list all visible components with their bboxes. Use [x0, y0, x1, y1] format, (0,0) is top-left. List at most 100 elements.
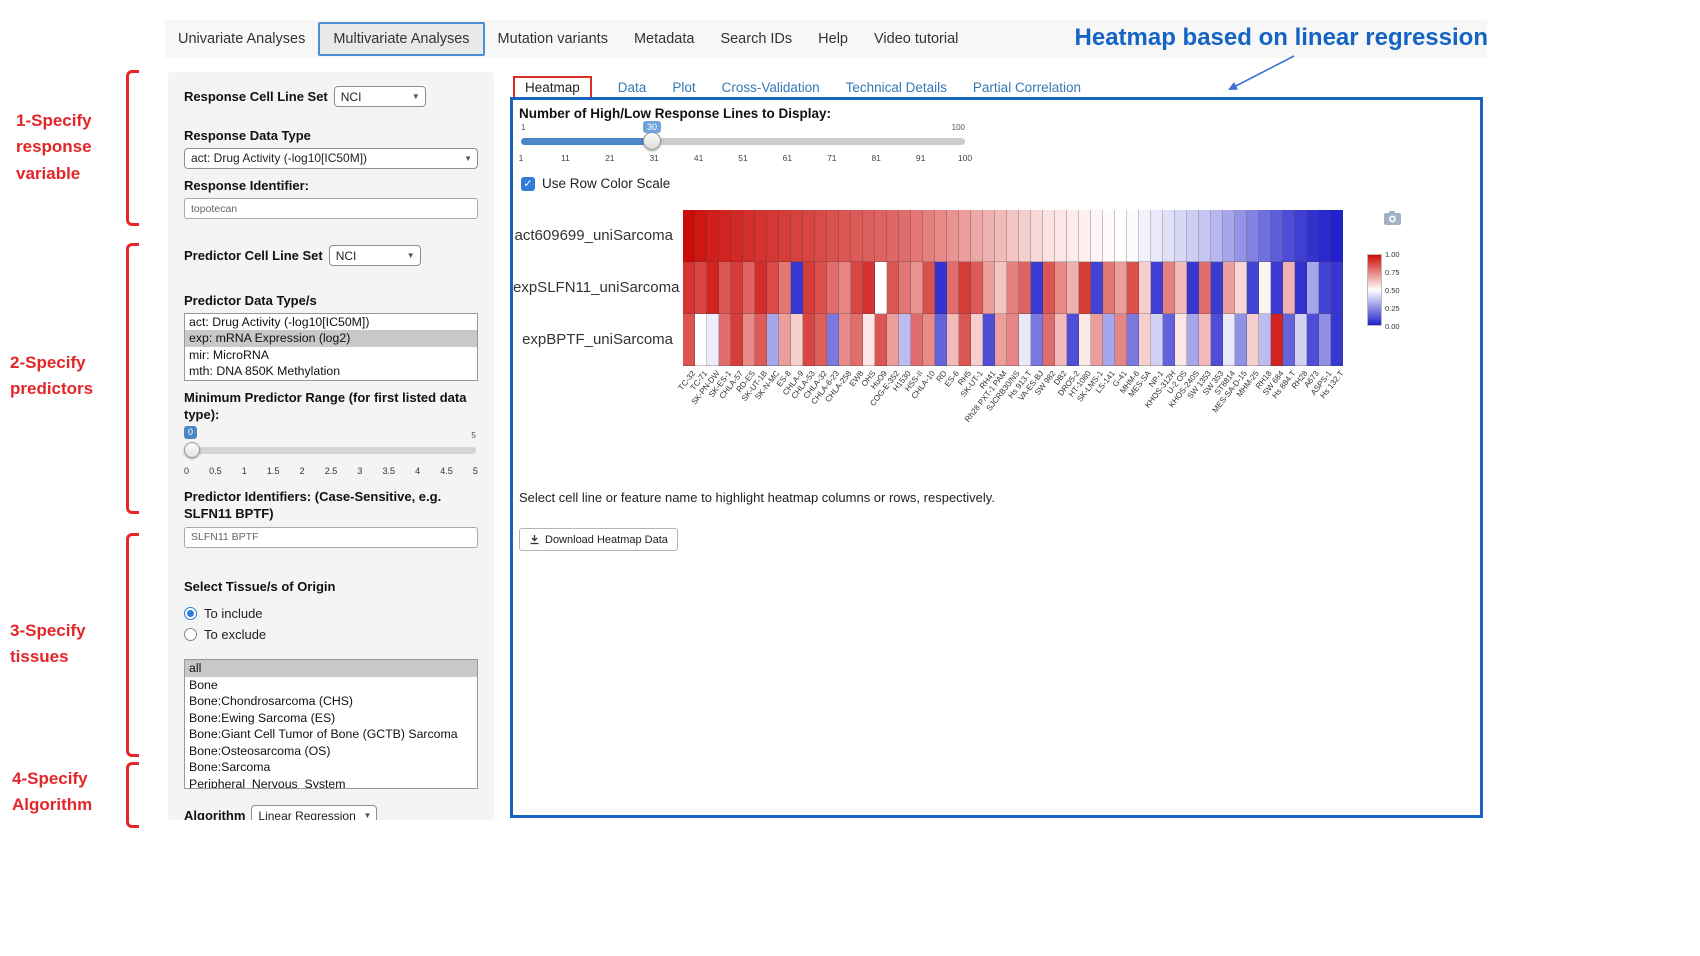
- heatmap-row-labels: act609699_uniSarcomaexpSLFN11_uniSarcoma…: [513, 210, 681, 366]
- response-data-type-label: Response Data Type: [184, 127, 478, 145]
- heatmap-cell: [1283, 262, 1295, 314]
- heatmap-cell: [1319, 314, 1331, 366]
- nav-item-video-tutorial[interactable]: Video tutorial: [861, 22, 971, 56]
- range-slider-max-label: 5: [471, 430, 476, 440]
- nav-item-mutation-variants[interactable]: Mutation variants: [485, 22, 621, 56]
- tab-plot[interactable]: Plot: [672, 80, 695, 95]
- heatmap-cell: [791, 262, 803, 314]
- heatmap-cell: [1247, 262, 1259, 314]
- heatmap-cell: [803, 262, 815, 314]
- list-option-bone-chondrosarcoma-chs-[interactable]: Bone:Chondrosarcoma (CHS): [185, 693, 477, 710]
- tissue-include-label: To include: [204, 606, 263, 621]
- tab-partial-correlation[interactable]: Partial Correlation: [973, 80, 1081, 95]
- heatmap-cell: [1211, 314, 1223, 366]
- legend-tick-label: 0.50: [1385, 286, 1400, 295]
- list-option-bone-sarcoma[interactable]: Bone:Sarcoma: [185, 759, 477, 776]
- nav-item-search-ids[interactable]: Search IDs: [707, 22, 805, 56]
- heatmap-cell: [683, 262, 695, 314]
- heatmap-cell: [767, 314, 779, 366]
- response-lines-slider-handle[interactable]: [643, 132, 661, 150]
- tab-heatmap[interactable]: Heatmap: [513, 76, 592, 99]
- heatmap-cell: [1067, 314, 1079, 366]
- heatmap-cell: [983, 314, 995, 366]
- predictor-identifiers-input[interactable]: [184, 527, 478, 548]
- heatmap-cell: [959, 210, 971, 262]
- nav-item-help[interactable]: Help: [805, 22, 861, 56]
- nav-item-univariate-analyses[interactable]: Univariate Analyses: [165, 22, 318, 56]
- heatmap-cell: [851, 314, 863, 366]
- heatmap-cell: [1211, 262, 1223, 314]
- heatmap-cell: [959, 314, 971, 366]
- heatmap-row-label-expbptf-unisarcoma[interactable]: expBPTF_uniSarcoma: [513, 314, 681, 366]
- heatmap-cell: [1115, 210, 1127, 262]
- heatmap-cell: [1187, 314, 1199, 366]
- heatmap-cell: [1091, 314, 1103, 366]
- heatmap-cell: [1091, 262, 1103, 314]
- heatmap-cell: [755, 262, 767, 314]
- camera-icon[interactable]: [1383, 210, 1402, 226]
- predictor-data-type-list[interactable]: act: Drug Activity (-log10[IC50M])exp: m…: [184, 313, 478, 381]
- heatmap-cell: [1151, 210, 1163, 262]
- list-option-mir-microrna[interactable]: mir: MicroRNA: [185, 347, 477, 364]
- download-heatmap-data-button[interactable]: Download Heatmap Data: [519, 528, 678, 551]
- tissue-exclude-radio[interactable]: To exclude: [184, 624, 478, 645]
- heatmap-cell: [1199, 314, 1211, 366]
- response-lines-slider-track[interactable]: [521, 138, 965, 145]
- tissue-list[interactable]: allBoneBone:Chondrosarcoma (CHS)Bone:Ewi…: [184, 659, 478, 789]
- heatmap-cell: [1259, 314, 1271, 366]
- heatmap-cell: [1031, 262, 1043, 314]
- predictor-cell-line-set-select[interactable]: NCI ▼: [329, 245, 421, 266]
- heatmap-row-label-expslfn11-unisarcoma[interactable]: expSLFN11_uniSarcoma: [513, 262, 681, 314]
- heatmap-cell: [1127, 262, 1139, 314]
- list-option-all[interactable]: all: [185, 660, 477, 677]
- range-slider-track[interactable]: [186, 447, 476, 454]
- heatmap-annotation-title: Heatmap based on linear regression: [1048, 24, 1488, 52]
- list-option-act-drug-activity-log10-ic50m-[interactable]: act: Drug Activity (-log10[IC50M]): [185, 314, 477, 331]
- slider-tick-label: 61: [783, 153, 792, 163]
- list-option-peripheral-nervous-system[interactable]: Peripheral_Nervous_System: [185, 776, 477, 790]
- heatmap-cell: [827, 314, 839, 366]
- list-option-bone-giant-cell-tumor-of-bone-gctb-sarcoma[interactable]: Bone:Giant Cell Tumor of Bone (GCTB) Sar…: [185, 726, 477, 743]
- algorithm-label: Algorithm: [184, 807, 245, 820]
- heatmap-cell: [707, 314, 719, 366]
- heatmap-cell: [1199, 262, 1211, 314]
- row-color-scale-checkbox[interactable]: ✓ Use Row Color Scale: [521, 176, 670, 191]
- slider-tick-label: 21: [605, 153, 614, 163]
- range-tick-label: 0: [184, 466, 189, 476]
- heatmap-cell: [791, 314, 803, 366]
- response-identifier-input[interactable]: [184, 198, 478, 219]
- response-data-type-select[interactable]: act: Drug Activity (-log10[IC50M]) ▼: [184, 148, 478, 169]
- heatmap-cell: [719, 314, 731, 366]
- heatmap-cell: [1091, 210, 1103, 262]
- range-slider-handle[interactable]: [184, 442, 200, 458]
- main-tabs: Heatmap Data Plot Cross-Validation Technical…: [513, 76, 1081, 98]
- heatmap-cell: [1223, 314, 1235, 366]
- nav-item-metadata[interactable]: Metadata: [621, 22, 707, 56]
- tissue-include-radio[interactable]: To include: [184, 603, 478, 624]
- list-option-exp-mrna-expression-log2-[interactable]: exp: mRNA Expression (log2): [185, 330, 477, 347]
- tab-technical-details[interactable]: Technical Details: [846, 80, 947, 95]
- response-lines-slider-label: Number of High/Low Response Lines to Dis…: [519, 106, 831, 121]
- heatmap-cell: [959, 262, 971, 314]
- chevron-down-icon: ▼: [412, 92, 420, 101]
- list-option-bone-osteosarcoma-os-[interactable]: Bone:Osteosarcoma (OS): [185, 743, 477, 760]
- heatmap-row-label-act609699-unisarcoma[interactable]: act609699_uniSarcoma: [513, 210, 681, 262]
- algorithm-select[interactable]: Linear Regression ▼: [251, 805, 377, 820]
- heatmap-cell: [1055, 262, 1067, 314]
- response-cell-line-set-select[interactable]: NCI ▼: [334, 86, 426, 107]
- heatmap-cell: [899, 210, 911, 262]
- heatmap-cell: [1307, 262, 1319, 314]
- list-option-bone-ewing-sarcoma-es-[interactable]: Bone:Ewing Sarcoma (ES): [185, 710, 477, 727]
- heatmap-cell: [719, 262, 731, 314]
- tab-data[interactable]: Data: [618, 80, 647, 95]
- slider-tick-label: 51: [738, 153, 747, 163]
- heatmap-grid: [683, 210, 1343, 366]
- nav-item-multivariate-analyses[interactable]: Multivariate Analyses: [318, 22, 484, 56]
- tab-cross-validation[interactable]: Cross-Validation: [722, 80, 820, 95]
- list-option-bone[interactable]: Bone: [185, 677, 477, 694]
- response-cell-line-set-label: Response Cell Line Set: [184, 88, 328, 106]
- list-option-mth-dna-850k-methylation[interactable]: mth: DNA 850K Methylation: [185, 363, 477, 380]
- heatmap-cell: [1115, 314, 1127, 366]
- response-identifier-label: Response Identifier:: [184, 177, 478, 195]
- range-tick-label: 3.5: [382, 466, 395, 476]
